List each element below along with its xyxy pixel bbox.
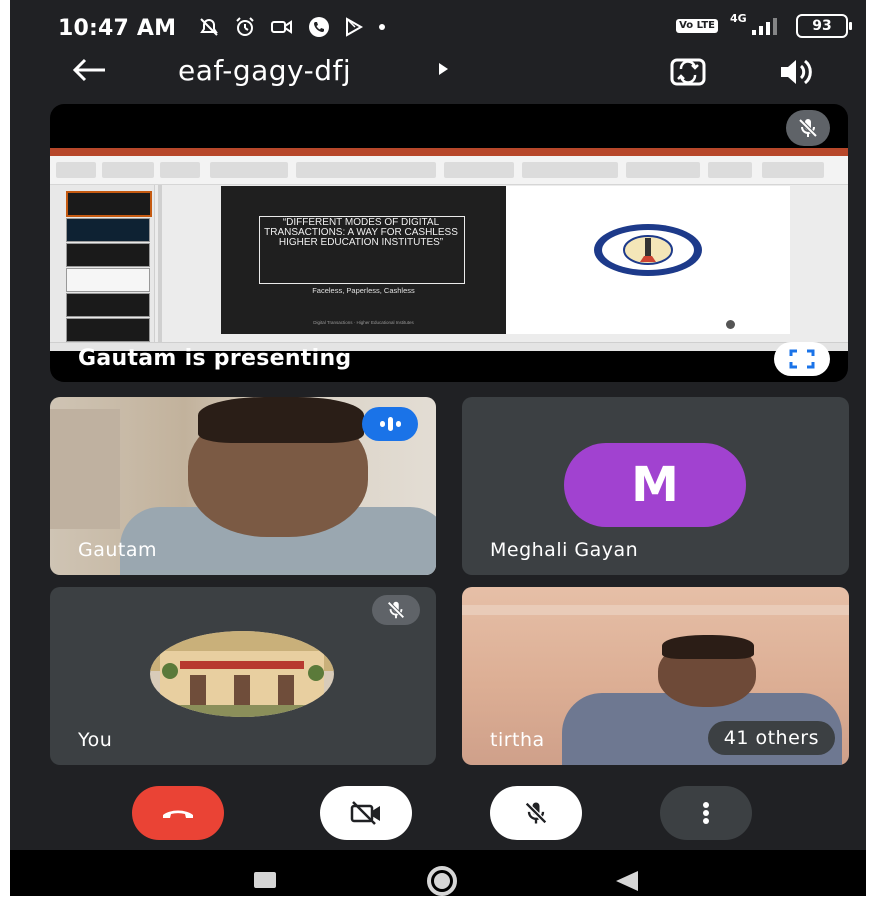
nav-back-icon[interactable] [614, 870, 640, 892]
slide-subtitle: Faceless, Paperless, Cashless [312, 286, 415, 295]
slide-main: “DIFFERENT MODES OF DIGITAL TRANSACTIONS… [221, 186, 506, 334]
presenter-muted-indicator [786, 110, 830, 146]
fullscreen-icon [789, 349, 815, 369]
volte-badge: Vo LTE [676, 19, 718, 33]
participant-tile-meghali[interactable]: M Meghali Gayan [462, 397, 849, 575]
powerpoint-title-bar [50, 148, 848, 156]
slide-footer: Digital Transactions · Higher Educationa… [313, 320, 414, 325]
university-logo [594, 224, 702, 276]
slide-title: “DIFFERENT MODES OF DIGITAL TRANSACTIONS… [264, 217, 458, 248]
home-button[interactable] [427, 866, 457, 896]
end-call-button[interactable] [132, 786, 224, 840]
fullscreen-button[interactable] [774, 342, 830, 376]
more-vert-icon [703, 802, 709, 824]
self-muted-indicator [372, 595, 420, 625]
mic-off-icon [525, 802, 547, 824]
mic-off-icon [798, 118, 818, 138]
speaker-icon[interactable] [778, 58, 816, 86]
slide-thumbnail [66, 218, 150, 242]
call-controls [10, 786, 866, 850]
alarm-clock-icon [236, 17, 254, 36]
hang-up-icon [163, 810, 193, 818]
powerpoint-ribbon [50, 156, 848, 185]
slide-thumbnail [66, 293, 150, 317]
more-options-button[interactable] [660, 786, 752, 840]
participant-name: Gautam [78, 539, 158, 561]
battery-indicator: 93 [796, 14, 852, 38]
avatar: M [564, 443, 746, 527]
slide-thumbnails [50, 185, 155, 342]
shared-screen: “DIFFERENT MODES OF DIGITAL TRANSACTIONS… [50, 148, 848, 351]
slide-logo-panel [506, 186, 790, 334]
presenting-label: Gautam is presenting [78, 346, 352, 371]
back-arrow-icon[interactable] [72, 58, 108, 82]
participant-tile-you[interactable]: You [50, 587, 436, 765]
more-notifications-dot-icon [379, 24, 385, 30]
meeting-code[interactable]: eaf-gagy-dfj [178, 54, 351, 87]
presentation-tile[interactable]: “DIFFERENT MODES OF DIGITAL TRANSACTIONS… [50, 104, 848, 382]
participant-name: Meghali Gayan [490, 539, 639, 561]
others-count-badge[interactable]: 41 others [707, 721, 835, 755]
camera-off-icon [350, 801, 380, 825]
status-notification-icons [198, 16, 386, 38]
slide-thumbnail [66, 243, 150, 267]
video-notification-icon [271, 20, 292, 34]
status-time: 10:47 AM [58, 16, 177, 41]
network-type: 4G [730, 12, 747, 25]
slide-thumbnail [66, 268, 150, 292]
meet-call-screen: 10:47 AM Vo LTE 4G 93 eaf-gagy-dfj “DIFF… [10, 0, 866, 900]
speaking-indicator-icon [362, 407, 418, 441]
participant-tile-gautam[interactable]: Gautam [50, 397, 436, 575]
camera-toggle-button[interactable] [320, 786, 412, 840]
mic-off-icon [387, 601, 405, 619]
phone-call-icon [309, 17, 329, 37]
signal-icon: 4G [730, 12, 784, 38]
switch-camera-icon[interactable] [668, 54, 708, 90]
slide-thumbnail [66, 318, 150, 342]
recents-button[interactable] [254, 872, 276, 888]
battery-level: 93 [812, 18, 832, 34]
participant-tile-tirtha[interactable]: tirtha 41 others [462, 587, 849, 765]
meeting-app-bar: eaf-gagy-dfj [10, 50, 866, 96]
play-store-icon [346, 17, 364, 37]
alarm-off-icon [200, 18, 218, 36]
participant-name: You [78, 729, 113, 751]
slide-thumbnail [66, 191, 152, 217]
meeting-details-caret-icon[interactable] [437, 62, 449, 76]
system-nav-bar [10, 850, 866, 900]
avatar [150, 631, 334, 717]
participant-name: tirtha [490, 729, 545, 751]
mic-toggle-button[interactable] [490, 786, 582, 840]
